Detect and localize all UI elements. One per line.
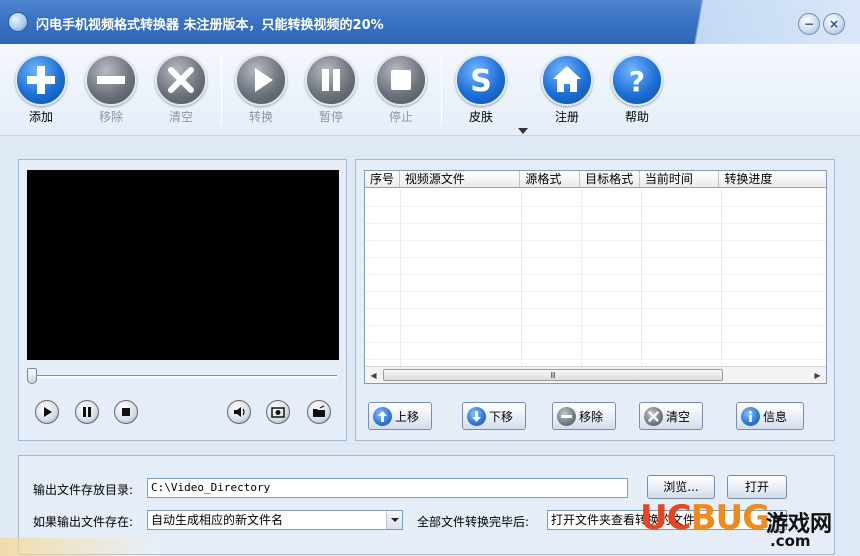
volume-icon: [234, 407, 245, 417]
minimize-icon: −: [803, 17, 815, 31]
chevron-down-icon[interactable]: [386, 511, 402, 529]
list-remove-label: 移除: [579, 409, 604, 424]
convert-button[interactable]: 转换: [231, 54, 291, 125]
seek-bar[interactable]: [29, 375, 337, 378]
scroll-right-icon[interactable]: ▶: [809, 367, 826, 383]
arrow-down-icon: [467, 406, 486, 426]
skin-label: 皮肤: [468, 110, 493, 124]
list-clear-button[interactable]: 清空: [639, 402, 703, 430]
move-down-label: 下移: [489, 409, 514, 424]
column-header-current-time[interactable]: 当前时间: [640, 171, 720, 187]
table-header: 序号 视频源文件 源格式 目标格式 当前时间 转换进度: [365, 171, 826, 188]
move-up-label: 上移: [395, 409, 420, 424]
pause-icon: [83, 407, 91, 417]
toolbar-separator: [221, 56, 222, 126]
watermark-logo: UCBUG 游戏网 .com: [640, 494, 860, 556]
title-bar: 闪电手机视频格式转换器 未注册版本，只能转换视频的20% − ×: [0, 0, 860, 44]
home-icon: [541, 54, 593, 106]
skin-dropdown-icon[interactable]: [518, 128, 528, 134]
close-button[interactable]: ×: [823, 13, 845, 35]
help-button[interactable]: ? 帮助: [607, 54, 667, 125]
file-exists-label: 如果输出文件存在:: [33, 515, 134, 529]
convert-label: 转换: [248, 110, 273, 124]
video-preview: [27, 170, 339, 360]
info-label: 信息: [763, 409, 788, 424]
question-icon: ?: [611, 54, 663, 106]
watermark-com: .com: [770, 532, 811, 550]
toolbar: 添加 移除 清空 转换 暂停 停止 S 皮肤 注册 ? 帮助: [0, 44, 860, 136]
svg-text:?: ?: [629, 65, 645, 98]
play-icon: [44, 407, 52, 417]
register-button[interactable]: 注册: [537, 54, 597, 125]
scroll-left-icon[interactable]: ◀: [365, 367, 382, 383]
stop-button[interactable]: 停止: [371, 54, 431, 125]
move-up-button[interactable]: 上移: [368, 402, 432, 430]
preview-stop-button[interactable]: [114, 400, 138, 424]
scroll-thumb[interactable]: Ⅲ: [383, 369, 723, 381]
app-icon: [8, 12, 28, 32]
skin-button[interactable]: S 皮肤: [451, 54, 511, 125]
remove-label: 移除: [98, 110, 123, 124]
minus-icon: [85, 54, 137, 106]
clear-button[interactable]: 清空: [151, 54, 211, 125]
column-header-source[interactable]: 视频源文件: [400, 171, 521, 187]
volume-button[interactable]: [227, 400, 251, 424]
pause-label: 暂停: [318, 110, 343, 124]
clear-label: 清空: [168, 110, 193, 124]
pause-button[interactable]: 暂停: [301, 54, 361, 125]
info-button[interactable]: 信息: [736, 402, 804, 430]
file-list-panel: 序号 视频源文件 源格式 目标格式 当前时间 转换进度 ◀ Ⅲ ▶ 上移 下移 …: [355, 159, 835, 441]
window-title: 闪电手机视频格式转换器 未注册版本，只能转换视频的20%: [36, 18, 384, 33]
table-body: [365, 189, 826, 366]
register-label: 注册: [554, 110, 579, 124]
help-label: 帮助: [624, 110, 649, 124]
x-icon: [155, 54, 207, 106]
plus-icon: [15, 54, 67, 106]
skin-s-icon: S: [455, 54, 507, 106]
minus-icon: [557, 406, 576, 426]
minimize-button[interactable]: −: [798, 13, 820, 35]
file-table[interactable]: 序号 视频源文件 源格式 目标格式 当前时间 转换进度 ◀ Ⅲ ▶: [364, 170, 827, 384]
add-button[interactable]: 添加: [11, 54, 71, 125]
preview-panel: [18, 159, 347, 441]
column-header-index[interactable]: 序号: [365, 171, 400, 187]
toolbar-separator: [441, 56, 442, 126]
info-icon: [741, 406, 760, 426]
stop-icon: [122, 408, 130, 416]
list-clear-label: 清空: [666, 409, 691, 424]
stop-icon: [375, 54, 427, 106]
folder-icon: [313, 405, 325, 417]
corner-decoration: [0, 538, 160, 556]
horizontal-scrollbar[interactable]: ◀ Ⅲ ▶: [365, 366, 826, 383]
output-dir-input[interactable]: C:\Video_Directory: [147, 478, 628, 498]
svg-text:S: S: [470, 64, 492, 99]
close-icon: ×: [828, 17, 840, 31]
move-down-button[interactable]: 下移: [462, 402, 526, 430]
scroll-grip: Ⅲ: [550, 370, 556, 380]
open-folder-button[interactable]: [307, 400, 331, 424]
preview-play-button[interactable]: [35, 400, 59, 424]
add-label: 添加: [28, 110, 53, 124]
snapshot-button[interactable]: [266, 400, 290, 424]
column-header-source-format[interactable]: 源格式: [520, 171, 581, 187]
pause-icon: [305, 54, 357, 106]
file-exists-select[interactable]: 自动生成相应的新文件名: [147, 510, 403, 530]
x-icon: [644, 406, 663, 426]
stop-label: 停止: [388, 110, 413, 124]
seek-handle[interactable]: [27, 368, 37, 384]
file-exists-value: 自动生成相应的新文件名: [151, 513, 284, 527]
output-dir-label: 输出文件存放目录:: [33, 483, 134, 497]
preview-pause-button[interactable]: [75, 400, 99, 424]
after-convert-label: 全部文件转换完毕后:: [417, 515, 530, 529]
watermark-ucbug: UCBUG: [640, 498, 770, 538]
arrow-up-icon: [373, 406, 392, 426]
play-icon: [235, 54, 287, 106]
remove-button[interactable]: 移除: [81, 54, 141, 125]
snapshot-icon: [271, 407, 285, 418]
list-remove-button[interactable]: 移除: [552, 402, 616, 430]
column-header-progress[interactable]: 转换进度: [719, 171, 826, 187]
column-header-target-format[interactable]: 目标格式: [580, 171, 640, 187]
